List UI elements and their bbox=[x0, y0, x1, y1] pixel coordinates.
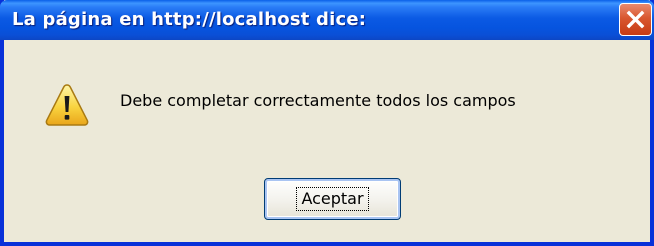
accept-button[interactable]: Aceptar bbox=[264, 178, 401, 220]
accept-button-label: Aceptar bbox=[296, 187, 369, 211]
alert-message: Debe completar correctamente todos los c… bbox=[120, 91, 516, 110]
dialog-body: Debe completar correctamente todos los c… bbox=[4, 40, 650, 242]
alert-dialog: La página en http://localhost dice: Debe… bbox=[0, 0, 654, 246]
dialog-title: La página en http://localhost dice: bbox=[12, 9, 367, 30]
title-bar[interactable]: La página en http://localhost dice: bbox=[0, 0, 654, 40]
close-button[interactable] bbox=[619, 3, 652, 36]
close-icon bbox=[626, 10, 645, 29]
warning-icon bbox=[45, 84, 89, 126]
